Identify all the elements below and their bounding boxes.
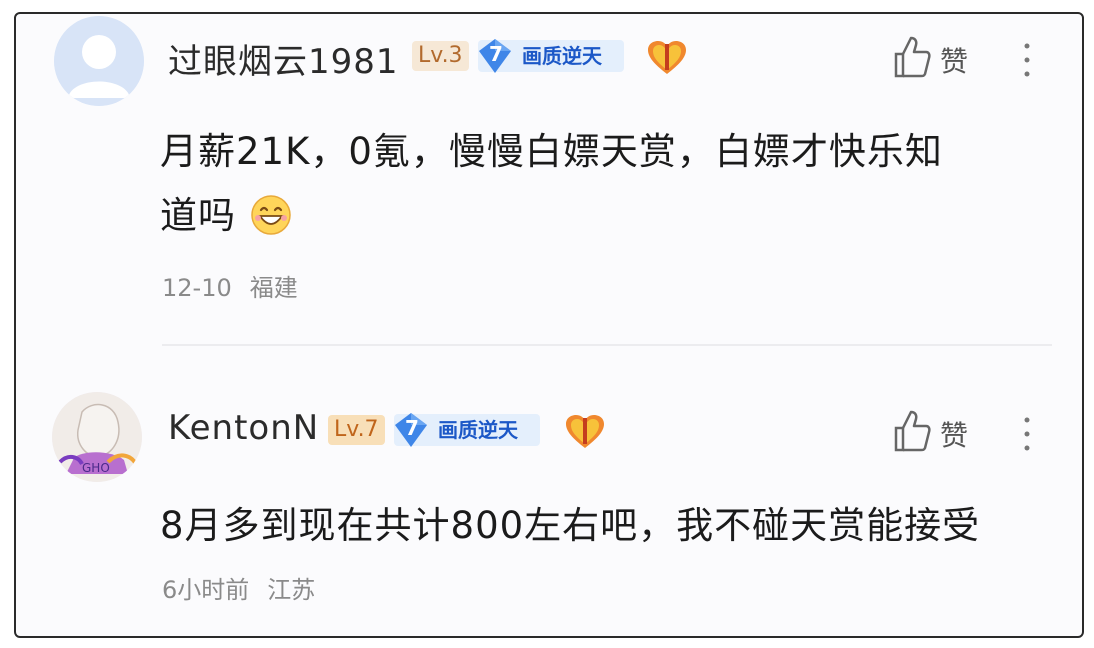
heart-badge-icon (648, 41, 686, 74)
comment-text: 月薪21K，0氪，慢慢白嫖天赏，白嫖才快乐知 道吗 (160, 120, 943, 248)
avatar[interactable] (54, 16, 144, 106)
comment-text-line-2: 道吗 (160, 184, 943, 248)
comment-item: 过眼烟云1981 Lv.3 7 画质逆天 赞 月薪21K，0氪，慢慢白嫖天赏，白… (16, 14, 1082, 344)
divider (162, 344, 1052, 346)
badge-number: 7 (489, 42, 503, 66)
username[interactable]: KentonN (168, 408, 319, 448)
level-badge: Lv.7 (328, 415, 385, 445)
grin-emoji-icon (251, 194, 291, 235)
comment-meta: 12-10 福建 (162, 268, 298, 303)
heart-badge-icon (566, 415, 604, 448)
username[interactable]: 过眼烟云1981 (168, 34, 399, 83)
like-label: 赞 (940, 419, 969, 452)
thumbs-up-icon (894, 36, 931, 78)
badge-label: 画质逆天 (438, 418, 518, 442)
badge-label: 画质逆天 (522, 44, 602, 68)
default-avatar-icon (54, 16, 144, 106)
comment-location: 江苏 (267, 576, 316, 604)
like-label: 赞 (940, 45, 969, 78)
more-vertical-icon[interactable] (1019, 40, 1035, 80)
comment-meta: 6小时前 江苏 (162, 570, 315, 605)
more-vertical-icon[interactable] (1019, 414, 1035, 454)
comment-time: 6小时前 (162, 576, 250, 604)
comment-list: 过眼烟云1981 Lv.3 7 画质逆天 赞 月薪21K，0氪，慢慢白嫖天赏，白… (14, 12, 1084, 638)
thumbs-up-icon (894, 410, 931, 452)
anime-avatar-icon: GHO (52, 392, 142, 482)
badge-number: 7 (405, 416, 419, 440)
comment-text-line: 月薪21K，0氪，慢慢白嫖天赏，白嫖才快乐知 (160, 130, 943, 173)
comment-text-line: 8月多到现在共计800左右吧，我不碰天赏能接受 (160, 504, 981, 547)
comment-location: 福建 (249, 274, 298, 302)
comment-text-tail: 道吗 (160, 194, 236, 237)
medal-badge[interactable]: 7 画质逆天 (394, 413, 540, 447)
comment-text: 8月多到现在共计800左右吧，我不碰天赏能接受 (160, 494, 980, 558)
level-badge: Lv.3 (412, 41, 469, 71)
comment-time: 12-10 (162, 274, 232, 302)
avatar-lettering: GHO (82, 461, 110, 475)
avatar[interactable]: GHO (52, 392, 142, 482)
medal-badge[interactable]: 7 画质逆天 (478, 39, 624, 73)
